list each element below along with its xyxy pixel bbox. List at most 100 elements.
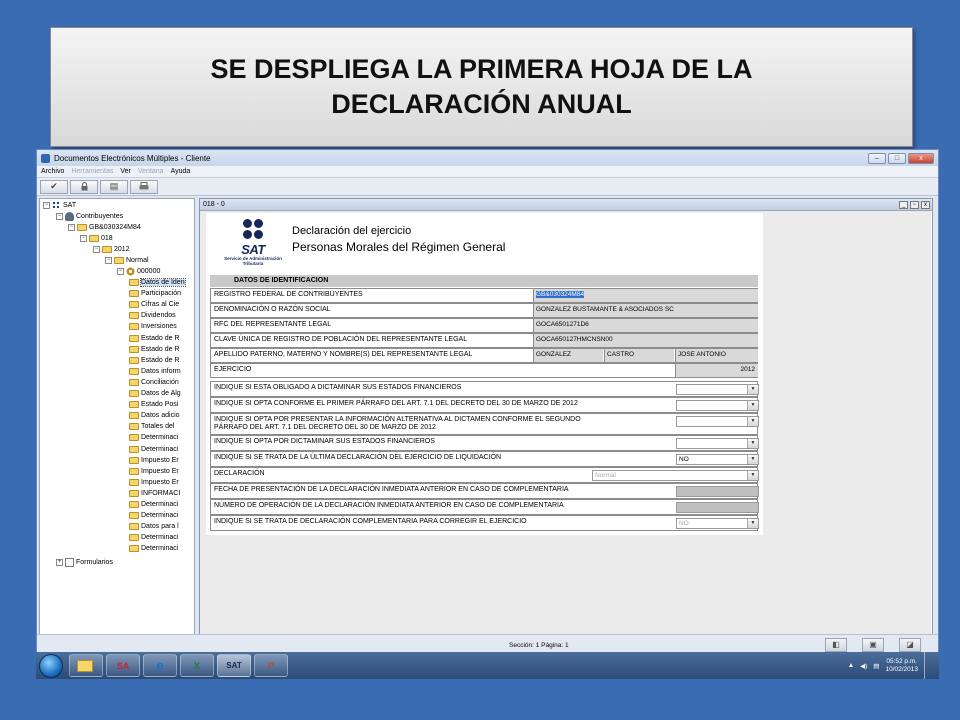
tree-node-normal[interactable]: − Normal: [105, 255, 149, 266]
rfc-representante-field[interactable]: GOCA6501271D6: [533, 319, 758, 332]
tree-item-form-section[interactable]: Totales del: [129, 421, 174, 432]
doc-minimize-button[interactable]: _: [899, 200, 908, 209]
tree-item-form-section[interactable]: INFORMACI: [129, 488, 180, 499]
print-icon[interactable]: [130, 179, 158, 194]
opta-alternativa-select[interactable]: ▼: [676, 416, 759, 427]
taskbar-sa-app[interactable]: SA: [106, 654, 140, 677]
tree-item-form-section[interactable]: Determinaci: [129, 499, 178, 510]
collapse-icon[interactable]: −: [80, 235, 87, 243]
menu-ver[interactable]: Ver: [120, 168, 131, 175]
tree-item-form-section[interactable]: Datos de Alg: [129, 388, 181, 399]
show-desktop-button[interactable]: [924, 652, 931, 679]
sat-logo-subtitle: Servicio de Administración Tributaria: [224, 256, 282, 266]
tree-item-form-section[interactable]: Estado de R: [129, 333, 180, 344]
tree-item-form-section[interactable]: Estado de R: [129, 344, 180, 355]
volume-icon[interactable]: ◀): [860, 662, 867, 670]
collapse-icon[interactable]: −: [68, 224, 75, 232]
tree-item-form-section[interactable]: Estado Posi: [129, 399, 178, 410]
complementaria-select[interactable]: NO ▼: [676, 518, 759, 529]
chevron-down-icon[interactable]: ▼: [747, 385, 758, 394]
chevron-down-icon[interactable]: ▼: [747, 417, 758, 426]
tree-item-form-section[interactable]: Impuesto Er: [129, 466, 179, 477]
taskbar-excel[interactable]: X: [180, 654, 214, 677]
tree-item-form-section[interactable]: Participación: [129, 288, 181, 299]
tree-item-form-section[interactable]: Datos adicio: [129, 410, 180, 421]
tree-item-form-section[interactable]: Cifras al Cie: [129, 299, 179, 310]
tree-node-label: 000000: [137, 268, 161, 276]
resize-grip[interactable]: ◪: [899, 638, 921, 652]
tree-node-formularios[interactable]: + Formularios: [56, 557, 113, 568]
declaracion-select[interactable]: Normal ▼: [592, 470, 759, 481]
tree-item-form-section[interactable]: Dividendos: [129, 310, 176, 321]
tree-item-form-section[interactable]: Datos para l: [129, 521, 179, 532]
chevron-down-icon[interactable]: ▼: [747, 439, 758, 448]
tree-node-contribuyentes[interactable]: − Contribuyentes: [56, 211, 123, 222]
tree-item-form-section[interactable]: Estado de R: [129, 355, 180, 366]
apellido-paterno-field[interactable]: GONZALEZ: [533, 349, 603, 362]
tree-item-form-section[interactable]: Inversiones: [129, 321, 177, 332]
tree-item-form-section[interactable]: Conciliación: [129, 377, 179, 388]
apellido-materno-field[interactable]: CASTRO: [604, 349, 674, 362]
maximize-button[interactable]: □: [888, 152, 906, 164]
fecha-anterior-field[interactable]: [676, 486, 759, 497]
dictaminar-select[interactable]: ▼: [676, 384, 759, 395]
chevron-down-icon[interactable]: ▼: [747, 401, 758, 410]
taskbar-sat-app[interactable]: SAT: [217, 654, 251, 677]
tree-item-form-section[interactable]: Determinaci: [129, 432, 178, 443]
tree-item-form-section[interactable]: Determinaci: [129, 532, 178, 543]
menu-ayuda[interactable]: Ayuda: [171, 168, 191, 175]
doc-restore-button[interactable]: ▫: [910, 200, 919, 209]
collapse-icon[interactable]: −: [56, 213, 63, 221]
tree-item-form-section[interactable]: Datos de Iden: [129, 277, 186, 288]
curp-field[interactable]: GOCA650127HMCNSN00: [533, 334, 758, 347]
tree-node-rfc[interactable]: − GB&030324M84: [68, 222, 141, 233]
denominacion-field[interactable]: GONZALEZ BUSTAMANTE & ASOCIADOS SC: [533, 304, 758, 317]
document-titlebar[interactable]: 018 - 0 _ ▫ x: [200, 199, 932, 211]
taskbar-explorer[interactable]: [69, 654, 103, 677]
next-page-button[interactable]: ▣: [862, 638, 884, 652]
minimize-button[interactable]: –: [868, 152, 886, 164]
collapse-icon[interactable]: −: [105, 257, 112, 265]
taskbar-internet-explorer[interactable]: e: [143, 654, 177, 677]
opta-primer-parrafo-select[interactable]: ▼: [676, 400, 759, 411]
check-icon[interactable]: ✔: [40, 179, 68, 194]
expand-icon[interactable]: +: [56, 559, 63, 567]
tree-item-form-section[interactable]: Determinaci: [129, 510, 178, 521]
tree-node-sat[interactable]: − SAT: [43, 200, 76, 211]
taskbar-powerpoint[interactable]: P: [254, 654, 288, 677]
menu-archivo[interactable]: Archivo: [41, 168, 64, 175]
show-hidden-icons-icon[interactable]: ▲: [848, 662, 854, 669]
menu-ventana[interactable]: Ventana: [138, 168, 164, 175]
chevron-down-icon[interactable]: ▼: [747, 455, 758, 464]
network-icon[interactable]: ▤: [873, 662, 879, 670]
doc-close-button[interactable]: x: [921, 200, 930, 209]
menu-herramientas[interactable]: Herramientas: [71, 168, 113, 175]
previous-page-button[interactable]: ◧: [825, 638, 847, 652]
tree-node-018[interactable]: − 018: [80, 233, 113, 244]
opta-dictaminar-select[interactable]: ▼: [676, 438, 759, 449]
tree-item-form-section[interactable]: Impuesto Er: [129, 455, 179, 466]
ejercicio-field[interactable]: 2012: [675, 364, 758, 377]
close-button[interactable]: x: [908, 152, 934, 164]
start-button[interactable]: [39, 653, 63, 678]
tree-node-year[interactable]: − 2012: [93, 244, 130, 255]
collapse-icon[interactable]: −: [93, 246, 100, 254]
nombre-field[interactable]: JOSE ANTONIO: [675, 349, 758, 362]
chevron-down-icon[interactable]: ▼: [747, 519, 758, 528]
lock-icon[interactable]: [70, 179, 98, 194]
tree-item-form-section[interactable]: Impuesto Er: [129, 477, 179, 488]
ultima-declaracion-select[interactable]: NO ▼: [676, 454, 759, 465]
tree-node-folio[interactable]: − 000000: [117, 266, 160, 277]
status-section-page: Sección: 1 Página: 1: [509, 642, 569, 649]
clock[interactable]: 05:52 p.m. 10/02/2013: [885, 658, 918, 674]
collapse-icon[interactable]: −: [117, 268, 124, 276]
tree-item-form-section[interactable]: Determinaci: [129, 444, 178, 455]
chevron-down-icon[interactable]: ▼: [747, 471, 758, 480]
tree-item-form-section[interactable]: Datos inform: [129, 366, 181, 377]
numero-operacion-field[interactable]: [676, 502, 759, 513]
window-titlebar[interactable]: Documentos Electrónicos Múltiples - Clie…: [37, 150, 938, 166]
collapse-icon[interactable]: −: [43, 202, 50, 210]
rfc-field[interactable]: GB&030324M84: [533, 289, 758, 302]
document-icon[interactable]: ▤: [100, 179, 128, 194]
tree-item-form-section[interactable]: Determinaci: [129, 543, 178, 554]
